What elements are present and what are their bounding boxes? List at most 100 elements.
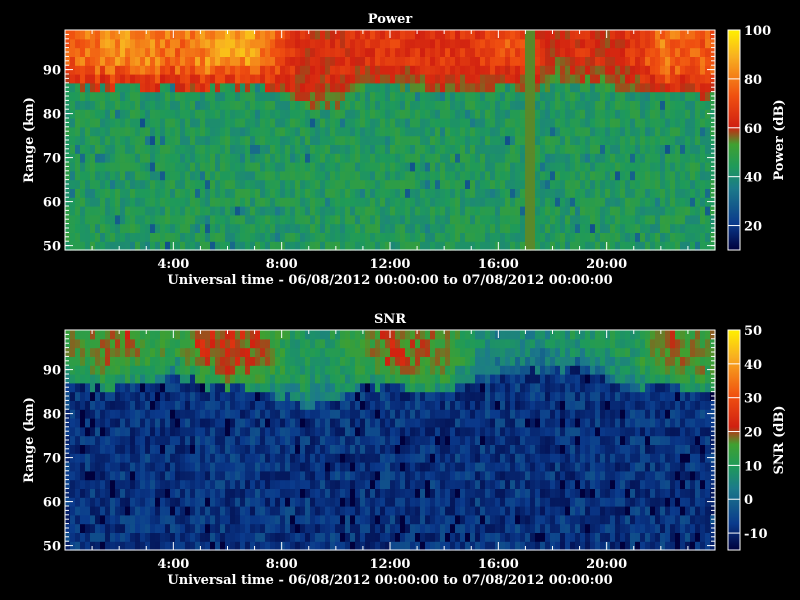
heatmap-cell [400, 47, 406, 57]
heatmap-cell [635, 38, 641, 49]
heatmap-cell [270, 356, 276, 366]
heatmap-cell [305, 91, 311, 101]
heatmap-cell [245, 135, 251, 145]
heatmap-cell [80, 232, 86, 242]
heatmap-cell [445, 144, 451, 154]
heatmap-cell [480, 179, 486, 189]
heatmap-cell [270, 330, 276, 340]
heatmap-cell [470, 206, 476, 216]
heatmap-cell [665, 91, 671, 101]
heatmap-cell [620, 74, 626, 84]
heatmap-cell [300, 170, 306, 181]
heatmap-cell [600, 100, 606, 110]
heatmap-cell [600, 82, 606, 93]
heatmap-cell [460, 56, 466, 66]
heatmap-cell [175, 523, 181, 533]
heatmap-cell [135, 109, 141, 119]
chart-title: SNR [374, 312, 406, 327]
heatmap-cell [615, 241, 621, 251]
heatmap-cell [675, 100, 681, 110]
heatmap-cell [120, 365, 126, 375]
heatmap-cell [350, 382, 356, 393]
heatmap-cell [365, 426, 371, 437]
heatmap-cell [450, 56, 456, 66]
heatmap-cell [300, 197, 306, 207]
heatmap-cell [355, 223, 361, 233]
heatmap-cell [270, 135, 276, 145]
heatmap-cell [155, 356, 161, 366]
heatmap-cell [370, 65, 376, 75]
heatmap-cell [555, 179, 561, 189]
heatmap-cell [270, 382, 276, 393]
heatmap-cell [115, 400, 121, 410]
heatmap-cell [225, 38, 231, 49]
heatmap-cell [405, 65, 411, 75]
heatmap-cell [595, 118, 601, 128]
heatmap-cell [270, 523, 276, 533]
heatmap-cell [130, 347, 136, 357]
heatmap-cell [70, 214, 76, 225]
heatmap-cell [305, 523, 311, 533]
heatmap-cell [555, 126, 561, 137]
heatmap-cell [170, 365, 176, 375]
heatmap-cell [110, 426, 116, 437]
heatmap-cell [95, 100, 101, 110]
heatmap-cell [90, 374, 96, 384]
heatmap-cell [540, 170, 546, 181]
heatmap-cell [245, 488, 251, 498]
heatmap-cell [570, 56, 576, 66]
heatmap-cell [125, 153, 131, 163]
heatmap-cell [535, 91, 541, 101]
heatmap-cell [620, 118, 626, 128]
heatmap-cell [75, 135, 81, 145]
heatmap-cell [605, 162, 611, 172]
heatmap-cell [80, 374, 86, 384]
heatmap-cell [635, 197, 641, 207]
heatmap-cell [570, 144, 576, 154]
heatmap-cell [335, 409, 341, 419]
heatmap-cell [235, 338, 241, 349]
heatmap-cell [85, 74, 91, 84]
heatmap-cell [605, 170, 611, 181]
heatmap-cell [450, 118, 456, 128]
heatmap-cell [390, 38, 396, 49]
heatmap-cell [405, 214, 411, 225]
heatmap-cell [345, 109, 351, 119]
heatmap-cell [360, 514, 366, 525]
heatmap-cell [75, 330, 81, 340]
heatmap-cell [650, 109, 656, 119]
heatmap-cell [80, 179, 86, 189]
heatmap-cell [250, 338, 256, 349]
heatmap-cell [235, 444, 241, 454]
heatmap-cell [365, 488, 371, 498]
x-tick-label: 12:00 [370, 257, 411, 272]
heatmap-cell [245, 356, 251, 366]
heatmap-cell [290, 418, 296, 428]
heatmap-cell [80, 162, 86, 172]
heatmap-cell [95, 435, 101, 445]
heatmap-cell [310, 330, 316, 340]
heatmap-cell [175, 488, 181, 498]
heatmap-cell [705, 74, 711, 84]
heatmap-cell [70, 400, 76, 410]
heatmap-cell [260, 118, 266, 128]
x-tick-label: 4:00 [157, 257, 189, 272]
heatmap-cell [615, 197, 621, 207]
heatmap-cell [350, 391, 356, 401]
heatmap-cell [345, 444, 351, 454]
heatmap-cell [670, 74, 676, 84]
heatmap-cell [145, 153, 151, 163]
heatmap-cell [510, 162, 516, 172]
heatmap-cell [210, 338, 216, 349]
heatmap-cell [230, 56, 236, 66]
heatmap-cell [170, 241, 176, 251]
heatmap-cell [600, 223, 606, 233]
heatmap-cell [75, 470, 81, 481]
heatmap-cell [675, 179, 681, 189]
heatmap-cell [130, 126, 136, 137]
heatmap-cell [305, 126, 311, 137]
heatmap-cell [205, 153, 211, 163]
heatmap-cell [645, 179, 651, 189]
heatmap-cell [315, 514, 321, 525]
heatmap-cell [330, 435, 336, 445]
